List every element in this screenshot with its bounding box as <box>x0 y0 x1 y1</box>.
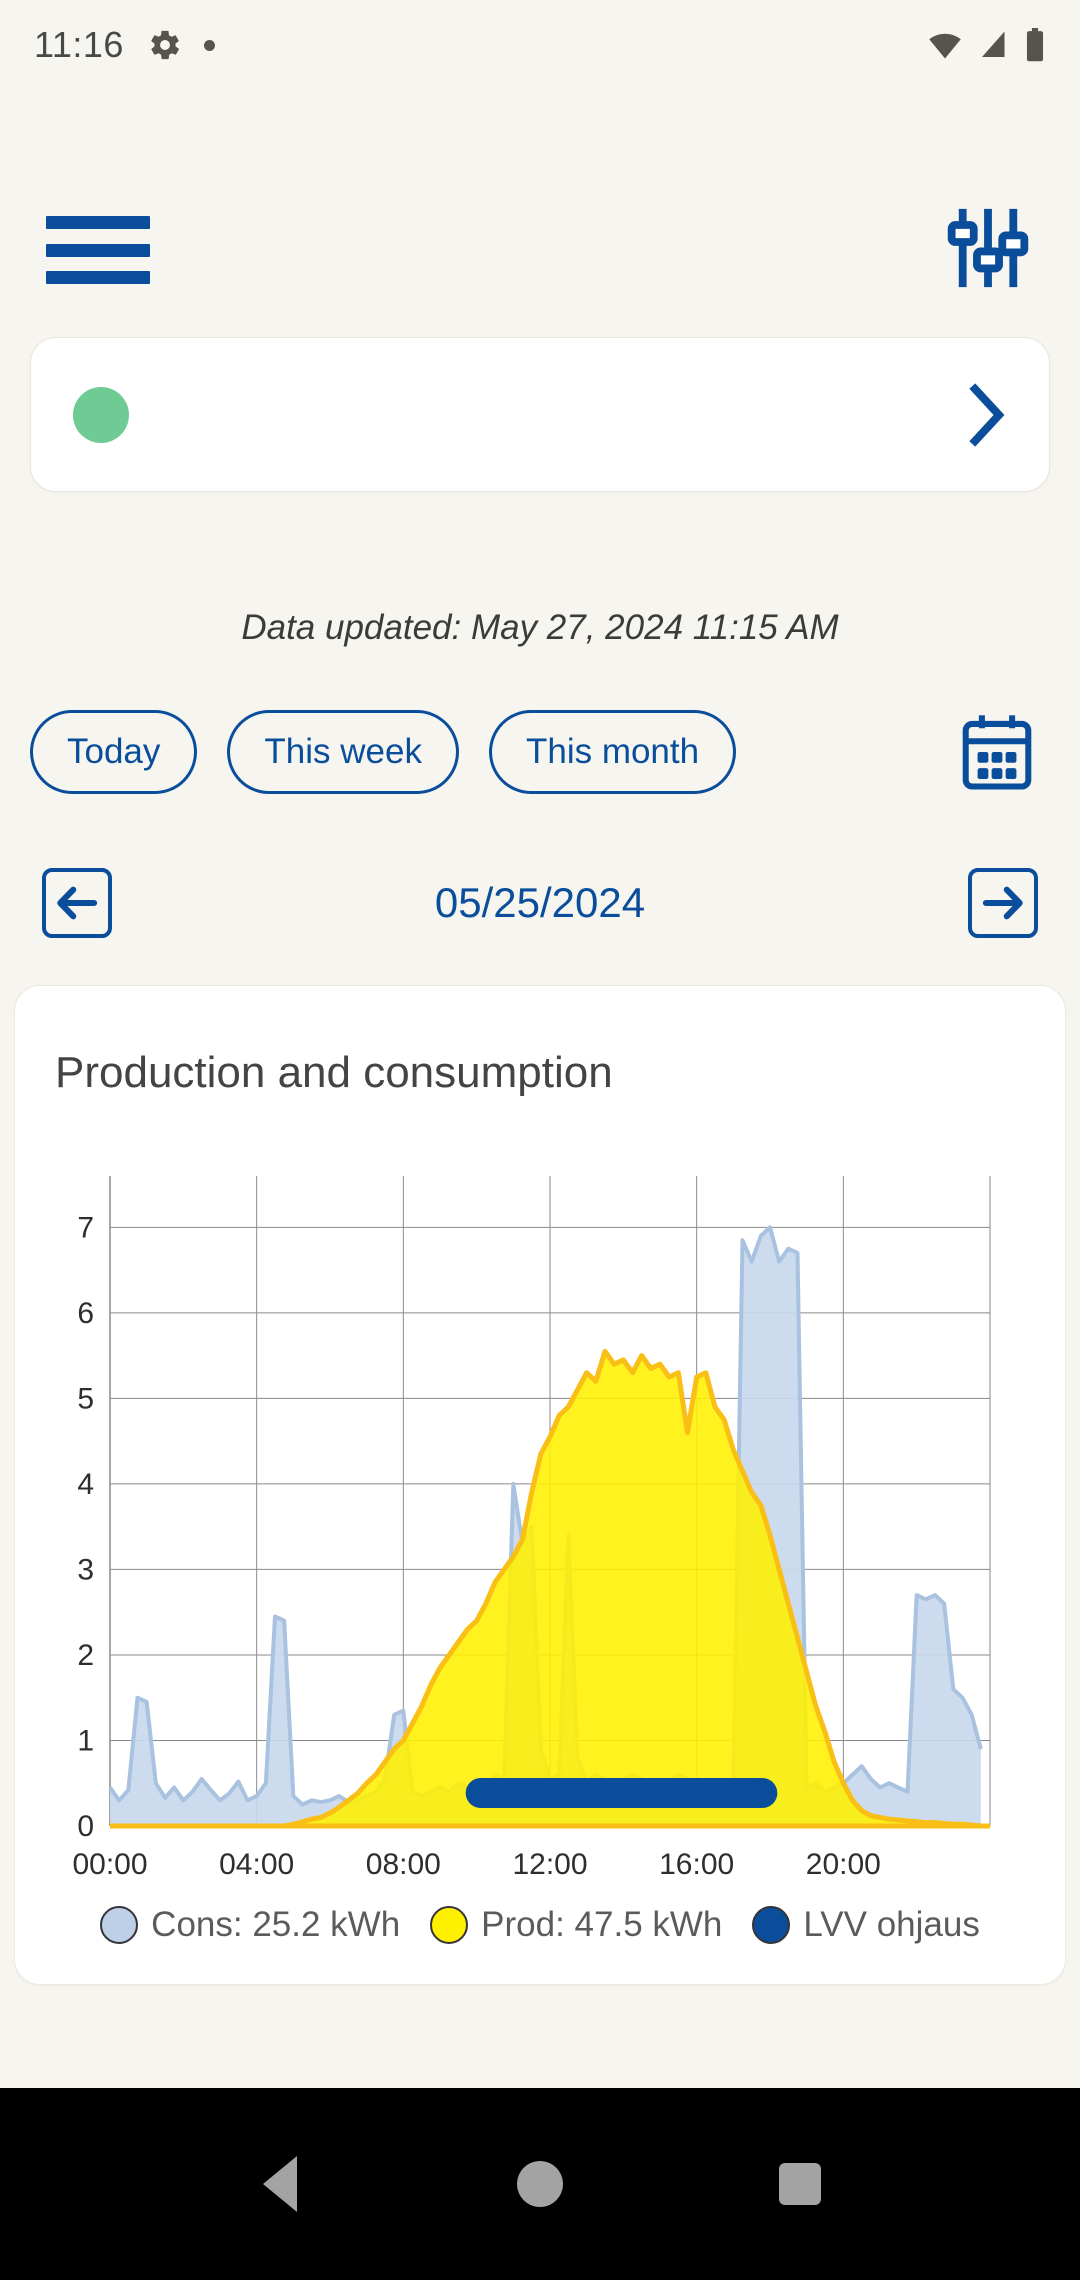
legend-item-consumption: Cons: 25.2 kWh <box>100 1905 400 1945</box>
period-selector: Today This week This month <box>0 699 1080 804</box>
status-indicator-dot <box>73 386 129 443</box>
chevron-right-icon[interactable] <box>967 382 1007 447</box>
legend-swatch-consumption <box>100 1906 139 1944</box>
svg-text:00:00: 00:00 <box>72 1848 147 1881</box>
status-bar: 11:16 <box>0 0 1080 90</box>
calendar-picker-button[interactable] <box>958 711 1050 793</box>
date-navigation: 05/25/2024 <box>0 848 1080 958</box>
data-updated-label: Data updated: May 27, 2024 11:15 AM <box>241 608 839 647</box>
sliders-settings-icon[interactable] <box>942 202 1034 299</box>
chart-plot-area[interactable]: 0 1 2 3 4 5 6 7 00:00 04:00 08:00 12:00 16:00 20:00 <box>15 1166 1067 1956</box>
period-button-this-month[interactable]: This month <box>488 709 737 794</box>
arrow-right-icon <box>982 886 1023 920</box>
gear-icon <box>151 30 179 60</box>
svg-text:5: 5 <box>77 1382 94 1415</box>
hamburger-menu-icon[interactable] <box>46 208 150 292</box>
svg-text:7: 7 <box>77 1211 94 1244</box>
svg-text:4: 4 <box>77 1468 94 1501</box>
svg-text:12:00: 12:00 <box>512 1848 587 1881</box>
battery-icon <box>1026 28 1044 62</box>
svg-text:1: 1 <box>77 1724 94 1757</box>
chart-title: Production and consumption <box>55 1048 613 1097</box>
legend-label-lvv: LVV ohjaus <box>803 1905 980 1944</box>
legend-swatch-production <box>430 1906 469 1944</box>
period-button-this-week[interactable]: This week <box>227 709 459 794</box>
home-icon[interactable] <box>510 2154 570 2214</box>
status-bar-time: 11:16 <box>34 24 124 65</box>
cellular-signal-icon <box>982 31 1005 57</box>
selected-date-label: 05/25/2024 <box>434 879 646 926</box>
svg-text:16:00: 16:00 <box>659 1848 734 1881</box>
svg-text:3: 3 <box>77 1553 94 1586</box>
legend-label-production: Prod: 47.5 kWh <box>481 1905 723 1944</box>
recents-icon[interactable] <box>770 2154 830 2214</box>
dot-icon <box>203 39 215 51</box>
svg-text:0: 0 <box>77 1810 94 1843</box>
production-consumption-chart[interactable]: 0 1 2 3 4 5 6 7 00:00 04:00 08:00 12:00 16:00 20:00 <box>15 1166 1067 1956</box>
svg-text:6: 6 <box>77 1297 94 1330</box>
site-selector-card[interactable] <box>30 337 1050 492</box>
period-button-today[interactable]: Today <box>30 709 198 794</box>
svg-text:04:00: 04:00 <box>219 1848 294 1881</box>
status-bar-notification-icons <box>148 28 215 62</box>
app-top-bar <box>0 195 1080 305</box>
production-consumption-card: Production and consumption 0 1 2 3 4 5 6 7 00:00… <box>14 985 1066 1985</box>
app-screen: 11:16 Data updated: May 27, 2024 11:15 A… <box>0 0 1080 2280</box>
svg-text:20:00: 20:00 <box>806 1848 881 1881</box>
chart-legend: Cons: 25.2 kWh Prod: 47.5 kWh LVV ohjaus <box>0 1905 1080 1945</box>
next-day-button[interactable] <box>968 868 1038 938</box>
wifi-icon <box>929 33 961 59</box>
calendar-icon <box>962 714 1032 790</box>
arrow-left-icon <box>57 886 98 920</box>
previous-day-button[interactable] <box>42 868 112 938</box>
android-navigation-bar <box>0 2088 1080 2280</box>
svg-text:2: 2 <box>77 1639 94 1672</box>
legend-item-lvv: LVV ohjaus <box>752 1905 980 1945</box>
legend-swatch-lvv <box>752 1906 791 1944</box>
legend-label-consumption: Cons: 25.2 kWh <box>151 1905 401 1944</box>
legend-item-production: Prod: 47.5 kWh <box>430 1905 722 1945</box>
svg-text:08:00: 08:00 <box>366 1848 441 1881</box>
status-bar-system-icons <box>926 28 1046 62</box>
back-icon[interactable] <box>250 2154 310 2214</box>
